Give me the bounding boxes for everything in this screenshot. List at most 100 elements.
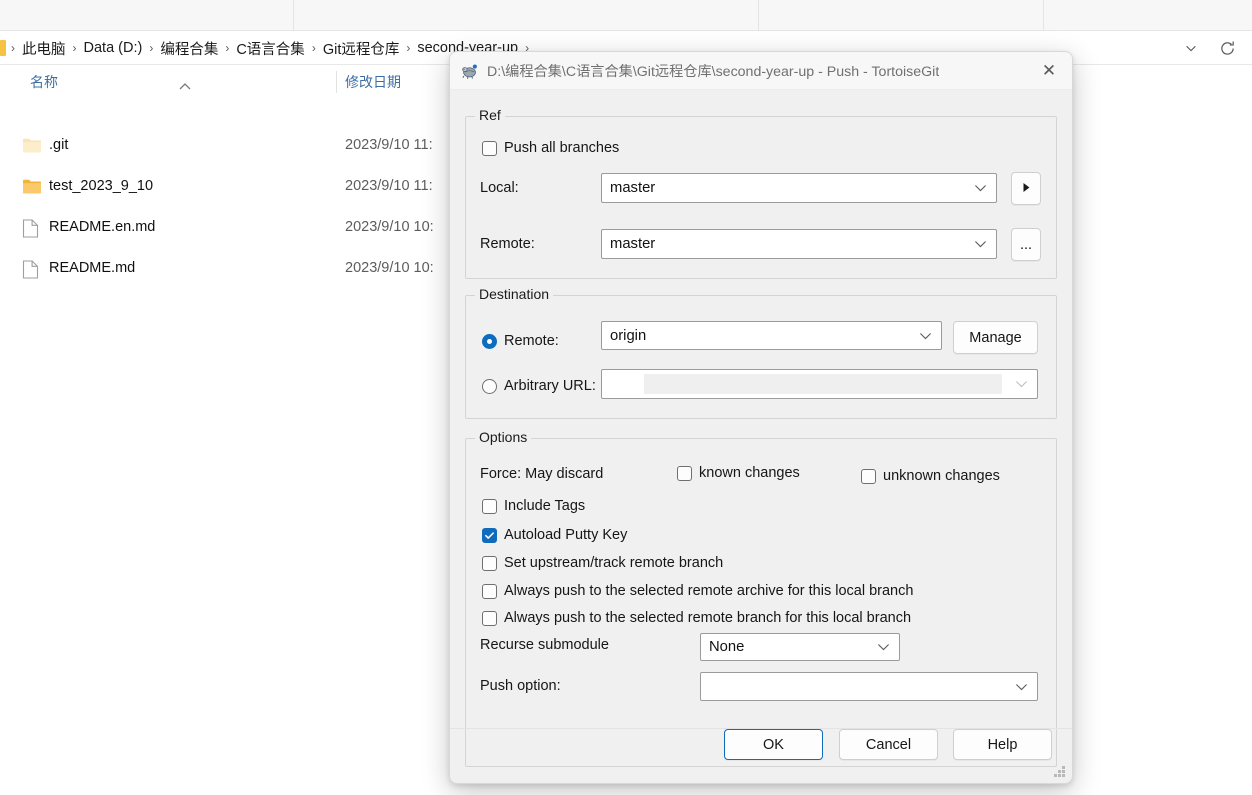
autoload-putty-key-checkbox[interactable]: Autoload Putty Key bbox=[482, 527, 627, 543]
breadcrumb-item-1[interactable]: Data (D:) bbox=[78, 40, 149, 56]
tortoisegit-turtle-icon bbox=[461, 62, 479, 80]
screen: › 此电脑 › Data (D:) › 编程合集 › C语言合集 › Git远程… bbox=[0, 0, 1252, 795]
force-known-changes-label: known changes bbox=[699, 465, 800, 481]
resize-grip[interactable] bbox=[1054, 766, 1065, 777]
cancel-button[interactable]: Cancel bbox=[839, 729, 938, 760]
checkbox-box bbox=[482, 583, 497, 599]
breadcrumb-item-2[interactable]: 编程合集 bbox=[154, 38, 224, 59]
chevron-down-icon bbox=[1015, 682, 1028, 691]
local-branch-browse-button[interactable] bbox=[1011, 172, 1041, 205]
always-push-archive-checkbox[interactable]: Always push to the selected remote archi… bbox=[482, 583, 913, 599]
checkbox-box bbox=[861, 468, 876, 484]
set-upstream-label: Set upstream/track remote branch bbox=[504, 555, 724, 571]
file-date: 2023/9/10 10: bbox=[345, 259, 434, 276]
push-all-branches-label: Push all branches bbox=[504, 140, 620, 156]
list-item[interactable]: README.md 2023/9/10 10: bbox=[0, 247, 440, 288]
autoload-putty-key-label: Autoload Putty Key bbox=[504, 527, 628, 543]
tab-divider bbox=[293, 0, 294, 31]
include-tags-checkbox[interactable]: Include Tags bbox=[482, 498, 585, 514]
refresh-icon[interactable] bbox=[1210, 33, 1244, 63]
destination-url-radio[interactable]: Arbitrary URL: bbox=[482, 378, 596, 394]
push-all-branches-checkbox[interactable]: Push all branches bbox=[482, 140, 619, 156]
file-name: README.md bbox=[49, 259, 136, 276]
radio-dot bbox=[487, 338, 492, 344]
file-name: README.en.md bbox=[49, 218, 156, 235]
local-branch-value: master bbox=[610, 180, 656, 196]
checkbox-box bbox=[482, 140, 497, 156]
breadcrumb-item-3[interactable]: C语言合集 bbox=[230, 38, 310, 59]
breadcrumb-item-0[interactable]: 此电脑 bbox=[16, 38, 72, 59]
sort-ascending-icon bbox=[178, 82, 192, 94]
checkbox-box bbox=[482, 498, 497, 514]
column-divider bbox=[336, 71, 337, 93]
file-list: .git 2023/9/10 11: test_2023_9_10 2023/9… bbox=[0, 124, 440, 288]
local-branch-combo[interactable]: master bbox=[601, 173, 997, 203]
remote-branch-label: Remote: bbox=[480, 236, 535, 252]
drive-accent-icon bbox=[0, 40, 6, 56]
remote-branch-value: master bbox=[610, 236, 656, 252]
breadcrumb-item-4[interactable]: Git远程仓库 bbox=[317, 38, 406, 59]
file-date: 2023/9/10 11: bbox=[345, 177, 433, 194]
force-unknown-changes-label: unknown changes bbox=[883, 468, 1000, 484]
destination-remote-radio[interactable]: Remote: bbox=[482, 333, 559, 349]
dialog-title: D:\编程合集\C语言合集\Git远程仓库\second-year-up - P… bbox=[487, 63, 940, 80]
set-upstream-checkbox[interactable]: Set upstream/track remote branch bbox=[482, 555, 723, 571]
local-label: Local: bbox=[480, 180, 519, 196]
close-icon[interactable]: ✕ bbox=[1026, 52, 1072, 89]
force-known-changes-checkbox[interactable]: known changes bbox=[677, 465, 800, 481]
file-name: test_2023_9_10 bbox=[49, 177, 154, 194]
file-icon bbox=[22, 259, 42, 279]
chevron-down-icon bbox=[974, 240, 987, 249]
help-button[interactable]: Help bbox=[953, 729, 1052, 760]
destination-group-label: Destination bbox=[475, 286, 554, 302]
checkbox-box bbox=[482, 610, 497, 626]
list-item[interactable]: test_2023_9_10 2023/9/10 11: bbox=[0, 165, 440, 206]
url-input-disabled-area bbox=[644, 374, 1002, 394]
tab-divider bbox=[758, 0, 759, 31]
destination-remote-combo[interactable]: origin bbox=[601, 321, 942, 350]
list-item[interactable]: .git 2023/9/10 11: bbox=[0, 124, 440, 165]
chevron-down-icon bbox=[1015, 380, 1028, 389]
list-item[interactable]: README.en.md 2023/9/10 10: bbox=[0, 206, 440, 247]
include-tags-label: Include Tags bbox=[504, 498, 586, 514]
destination-url-label: Arbitrary URL: bbox=[504, 378, 596, 394]
always-push-branch-checkbox[interactable]: Always push to the selected remote branc… bbox=[482, 610, 911, 626]
address-bar-actions bbox=[1174, 31, 1252, 65]
ref-group-label: Ref bbox=[475, 107, 505, 123]
force-unknown-changes-checkbox[interactable]: unknown changes bbox=[861, 468, 1000, 484]
push-option-combo[interactable] bbox=[700, 672, 1038, 701]
destination-remote-value: origin bbox=[610, 327, 647, 344]
file-date: 2023/9/10 11: bbox=[345, 136, 433, 153]
explorer-tab-strip[interactable] bbox=[0, 0, 1252, 31]
folder-dim-icon bbox=[22, 136, 42, 153]
chevron-down-icon bbox=[919, 331, 932, 340]
column-header-date[interactable]: 修改日期 bbox=[345, 66, 401, 98]
push-option-label: Push option: bbox=[480, 678, 561, 694]
recurse-submodule-label: Recurse submodule bbox=[480, 637, 609, 653]
file-date: 2023/9/10 10: bbox=[345, 218, 434, 235]
remote-branch-combo[interactable]: master bbox=[601, 229, 997, 259]
remote-branch-browse-button[interactable]: ... bbox=[1011, 228, 1041, 261]
chevron-down-icon[interactable] bbox=[1174, 33, 1208, 63]
destination-group: Destination bbox=[465, 286, 1057, 419]
always-push-archive-label: Always push to the selected remote archi… bbox=[504, 583, 914, 599]
radio-ring bbox=[482, 378, 497, 394]
push-dialog: D:\编程合集\C语言合集\Git远程仓库\second-year-up - P… bbox=[449, 51, 1073, 784]
play-triangle-icon bbox=[1022, 181, 1031, 197]
checkbox-box bbox=[677, 465, 692, 481]
recurse-submodule-combo[interactable]: None bbox=[700, 633, 900, 661]
column-header-name[interactable]: 名称 bbox=[30, 66, 58, 98]
always-push-branch-label: Always push to the selected remote branc… bbox=[504, 610, 912, 626]
dialog-title-bar[interactable]: D:\编程合集\C语言合集\Git远程仓库\second-year-up - P… bbox=[450, 52, 1072, 90]
radio-ring bbox=[482, 333, 497, 349]
destination-remote-label: Remote: bbox=[504, 333, 559, 349]
recurse-submodule-value: None bbox=[709, 639, 745, 655]
arbitrary-url-combo[interactable] bbox=[601, 369, 1038, 399]
ok-button[interactable]: OK bbox=[724, 729, 823, 760]
file-name: .git bbox=[49, 136, 69, 153]
chevron-down-icon bbox=[877, 643, 890, 652]
checkbox-box bbox=[482, 527, 497, 543]
manage-button[interactable]: Manage bbox=[953, 321, 1038, 354]
options-group-label: Options bbox=[475, 429, 532, 445]
options-group: Options bbox=[465, 429, 1057, 767]
